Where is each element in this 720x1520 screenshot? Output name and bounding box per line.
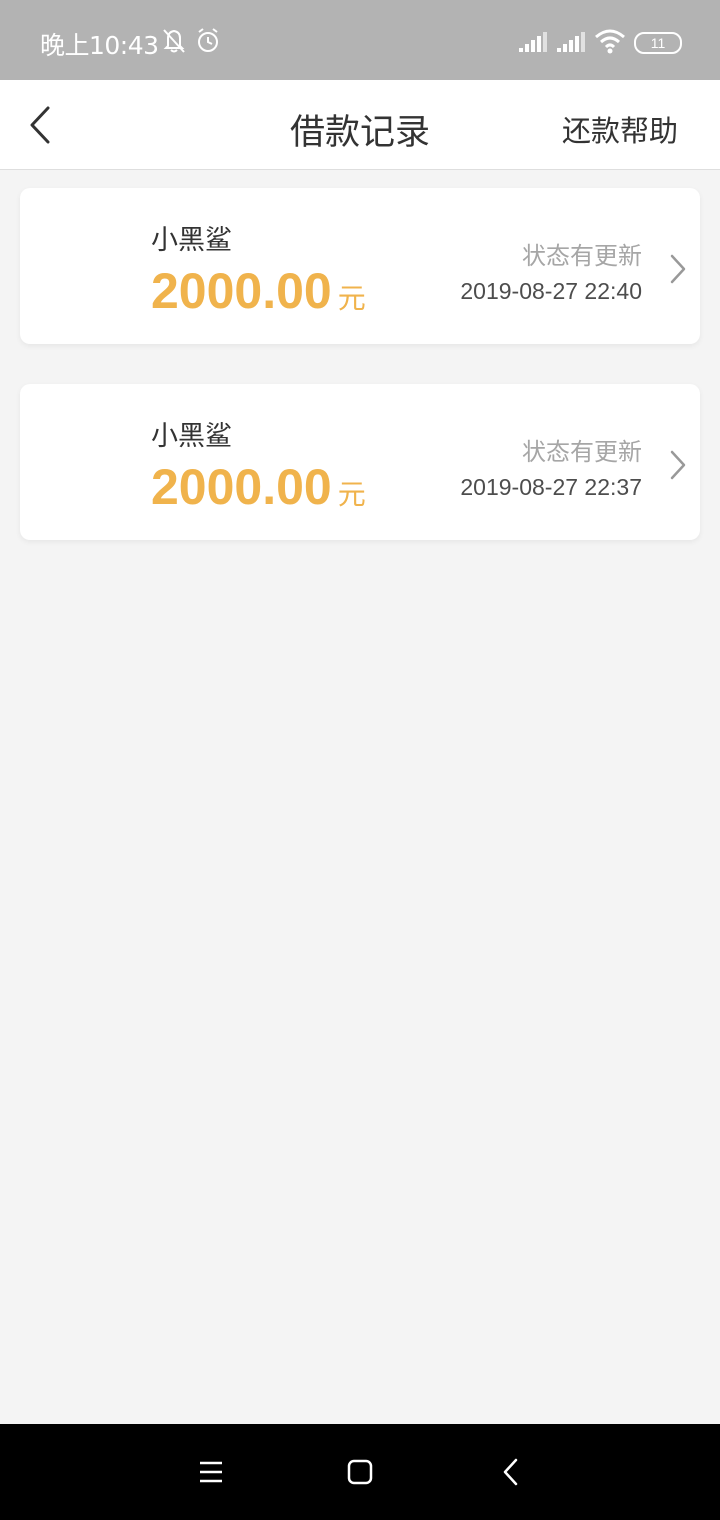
lender-name: 小黑鲨 [151,225,232,256]
loan-amount: 2000.00 元 [151,458,366,516]
lender-name: 小黑鲨 [151,421,232,452]
app-header: 借款记录 还款帮助 [0,80,720,170]
status-text: 状态有更新 [522,242,642,270]
battery-indicator: 11 [634,32,682,54]
amount-value: 2000.00 [151,263,332,319]
chevron-right-icon [668,448,688,482]
signal-icon [518,30,548,58]
status-text: 状态有更新 [522,438,642,466]
amount-unit: 元 [337,282,366,315]
loan-date: 2019-08-27 22:40 [460,278,642,304]
menu-icon[interactable] [192,1454,228,1490]
status-time: 晚上10:43 [40,31,159,60]
signal-icon [556,30,586,58]
loan-record-card[interactable]: 小黑鲨 2000.00 元 状态有更新 2019-08-27 22:40 [20,188,700,344]
bell-off-icon [160,26,188,60]
system-nav-bar [0,1424,720,1520]
amount-value: 2000.00 [151,459,332,515]
back-icon[interactable] [494,1454,530,1490]
home-icon[interactable] [342,1454,378,1490]
amount-unit: 元 [337,478,366,511]
loan-amount: 2000.00 元 [151,262,366,320]
loan-record-card[interactable]: 小黑鲨 2000.00 元 状态有更新 2019-08-27 22:37 [20,384,700,540]
wifi-icon [594,28,626,58]
chevron-right-icon [668,252,688,286]
status-bar: 晚上10:43 11 [0,0,720,80]
alarm-icon [194,26,222,60]
repayment-help-link[interactable]: 还款帮助 [562,108,678,150]
loan-date: 2019-08-27 22:37 [460,474,642,500]
